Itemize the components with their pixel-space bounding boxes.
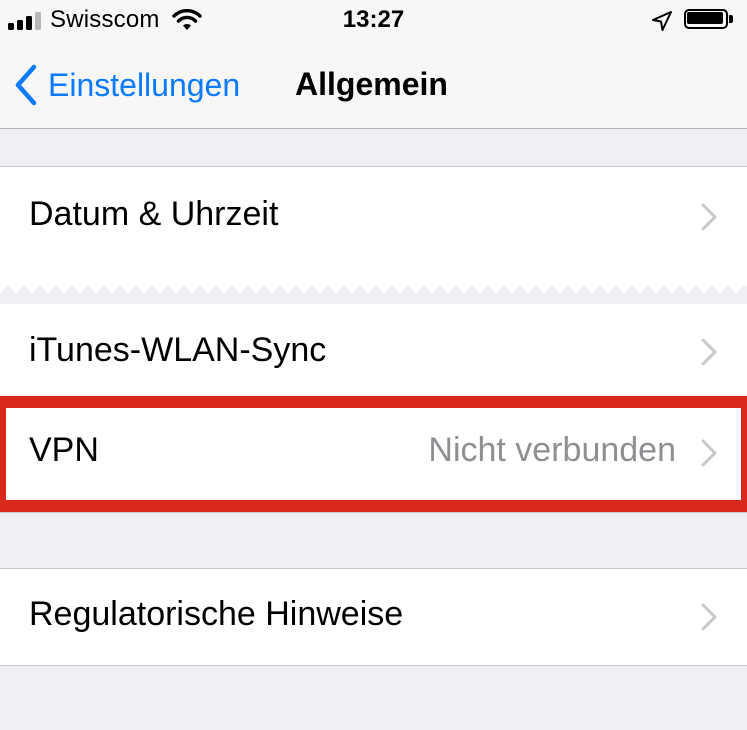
status-bar: Swisscom 13:27 <box>0 0 747 44</box>
separator <box>0 512 747 513</box>
back-button[interactable]: Einstellungen <box>12 62 240 108</box>
battery-icon <box>684 9 736 33</box>
location-arrow-icon <box>652 11 672 31</box>
chevron-right-icon <box>701 439 717 467</box>
cell-label-itunes-sync: iTunes-WLAN-Sync <box>29 331 327 369</box>
chevron-right-icon <box>701 203 717 231</box>
vpn-status-value: Nicht verbunden <box>428 431 676 469</box>
chevron-left-icon <box>15 64 37 106</box>
cell-label-vpn: VPN <box>29 431 99 469</box>
navigation-bar: Einstellungen Allgemein <box>0 44 747 129</box>
back-button-label: Einstellungen <box>48 66 241 103</box>
status-clock: 13:27 <box>342 6 405 33</box>
cell-vpn[interactable]: VPN Nicht verbunden <box>0 408 747 500</box>
chevron-right-icon <box>701 338 717 366</box>
cell-label-date-time: Datum & Uhrzeit <box>29 195 279 233</box>
page-title: Allgemein <box>295 66 448 102</box>
cell-group: iTunes-WLAN-Sync VPN Nicht verbunden <box>0 304 747 512</box>
chevron-right-icon <box>701 603 717 631</box>
cell-label-regulatory: Regulatorische Hinweise <box>29 595 404 633</box>
separator <box>0 665 747 666</box>
cell-itunes-sync[interactable]: iTunes-WLAN-Sync <box>0 304 747 400</box>
cell-regulatory[interactable]: Regulatorische Hinweise <box>0 569 747 665</box>
cut-marker <box>0 284 747 304</box>
cell-date-time[interactable]: Datum & Uhrzeit <box>0 167 747 297</box>
